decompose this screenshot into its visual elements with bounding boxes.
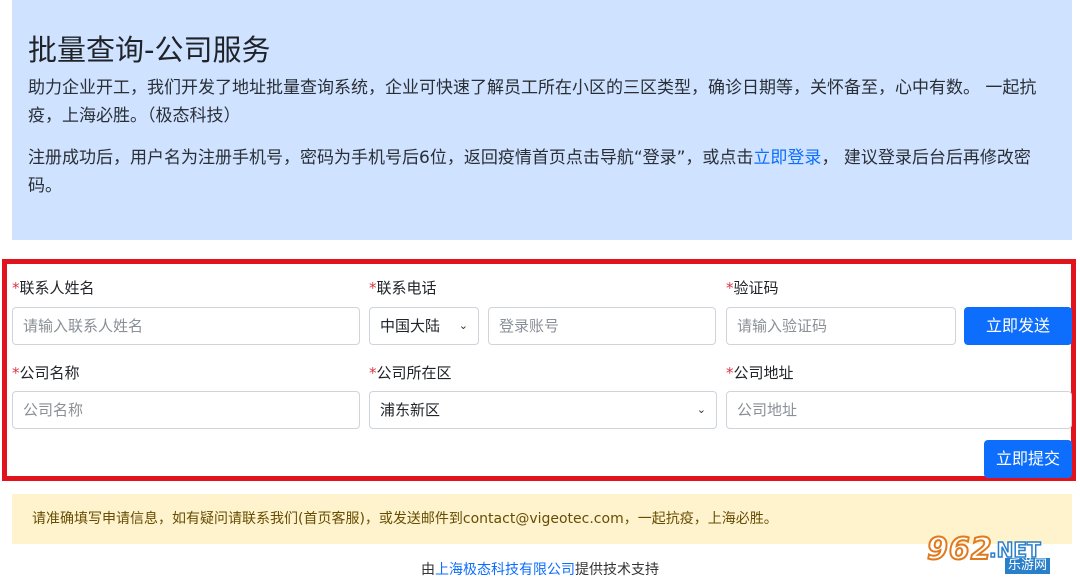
application-form: *联系人姓名 *联系电话 *验证码 请输入联系人姓名 中国大陆 ⌄ 登录账号 请输… — [2, 259, 1076, 481]
company-name-label: *公司名称 — [12, 364, 80, 382]
footer-credit: 由上海极态科技有限公司提供技术支持 — [421, 562, 659, 578]
required-mark: * — [369, 279, 377, 297]
company-link[interactable]: 上海极态科技有限公司 — [435, 562, 575, 578]
registration-note: 注册成功后，用户名为注册手机号，密码为手机号后6位，返回疫情首页点击导航“登录”… — [28, 144, 1056, 200]
phone-input[interactable]: 登录账号 — [488, 307, 716, 345]
send-code-button[interactable]: 立即发送 — [964, 307, 1072, 345]
required-mark: * — [369, 364, 377, 382]
code-label: *验证码 — [726, 279, 779, 297]
company-name-input[interactable]: 公司名称 — [12, 391, 360, 429]
note-prefix: 注册成功后，用户名为注册手机号，密码为手机号后6位，返回疫情首页点击导航“登录”… — [28, 148, 754, 168]
phone-region-value: 中国大陆 — [380, 317, 441, 335]
district-select[interactable]: 浦东新区 ⌄ — [369, 391, 717, 429]
intro-banner: 批量查询-公司服务 助力企业开工，我们开发了地址批量查询系统，企业可快速了解员工… — [12, 0, 1072, 240]
chevron-down-icon: ⌄ — [458, 319, 468, 332]
login-link[interactable]: 立即登录 — [753, 148, 821, 168]
intro-description: 助力企业开工，我们开发了地址批量查询系统，企业可快速了解员工所在小区的三区类型，… — [28, 78, 1037, 126]
chevron-down-icon: ⌄ — [696, 403, 706, 416]
required-mark: * — [12, 364, 20, 382]
phone-region-select[interactable]: 中国大陆 ⌄ — [369, 307, 479, 345]
contact-name-input[interactable]: 请输入联系人姓名 — [12, 307, 360, 345]
watermark-site: 乐游网 — [1005, 558, 1051, 574]
submit-button[interactable]: 立即提交 — [984, 440, 1072, 478]
district-value: 浦东新区 — [380, 401, 441, 419]
address-input[interactable]: 公司地址 — [726, 391, 1072, 429]
required-mark: * — [12, 279, 20, 297]
phone-label: *联系电话 — [369, 279, 437, 297]
page-title: 批量查询-公司服务 — [28, 33, 271, 67]
required-mark: * — [726, 364, 734, 382]
required-mark: * — [726, 279, 734, 297]
address-label: *公司地址 — [726, 364, 794, 382]
district-label: *公司所在区 — [369, 364, 452, 382]
watermark-number: 962 — [926, 531, 993, 568]
verification-code-input[interactable]: 请输入验证码 — [726, 307, 956, 345]
contact-name-label: *联系人姓名 — [12, 279, 95, 297]
site-watermark-logo: 962 .NET 乐游网 — [926, 531, 1072, 574]
contact-notice: 请准确填写申请信息，如有疑问请联系我们(首页客服)，或发送邮件到contact@… — [12, 494, 1072, 544]
